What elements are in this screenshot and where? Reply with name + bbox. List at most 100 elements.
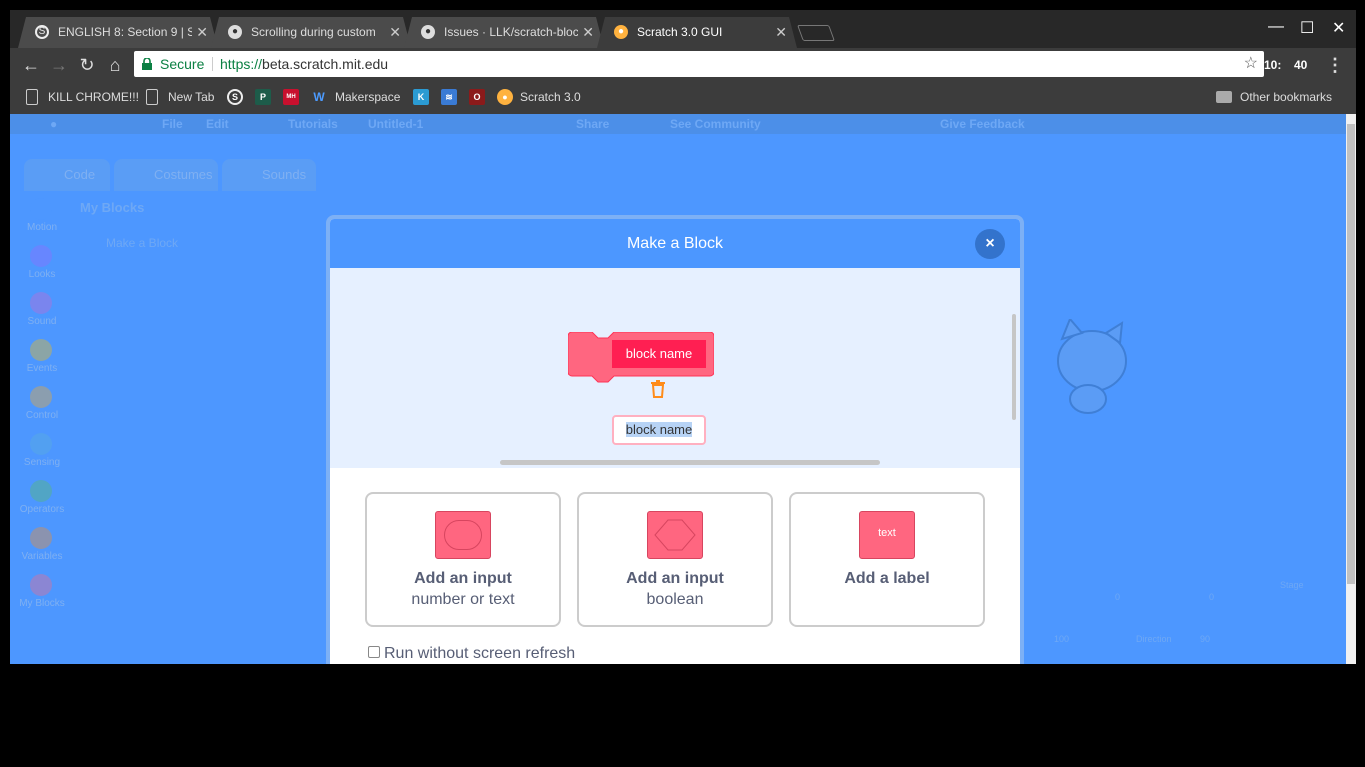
github-icon: ●	[228, 25, 242, 39]
category-operators-icon	[30, 480, 52, 502]
category-label: Motion	[26, 222, 57, 233]
label-text-icon: text	[859, 511, 915, 559]
back-arrow-icon[interactable]: ←	[20, 54, 42, 76]
weebly-icon: W	[313, 90, 325, 104]
code-tab: Code	[24, 159, 110, 191]
toolbar: ← → ↻ ⌂ Secure https://beta.scratch.mit.…	[10, 48, 1356, 82]
bookmark-scratch[interactable]: Scratch 3.0	[520, 90, 581, 104]
home-icon[interactable]: ⌂	[104, 54, 126, 76]
tab-strip: S ENGLISH 8: Section 9 | Sc ✕ ● Scrollin…	[10, 10, 1356, 48]
scratch-logo: ●	[50, 117, 58, 131]
page-scrollbar[interactable]	[1346, 114, 1356, 664]
forward-arrow-icon[interactable]: →	[48, 54, 70, 76]
direction-field: 90	[1200, 634, 1211, 644]
minimize-button[interactable]: —	[1268, 18, 1284, 36]
schoology-icon[interactable]: S	[227, 89, 243, 105]
option-title: Add an input	[626, 570, 724, 587]
clock-minute: 40	[1294, 58, 1308, 72]
maximize-button[interactable]: ☐	[1300, 18, 1314, 38]
block-name-input-value: block name	[625, 422, 693, 437]
category-sensing-icon	[30, 433, 52, 455]
tutorials-menu: Tutorials	[288, 117, 338, 131]
bookmark-new-tab[interactable]: New Tab	[168, 90, 214, 104]
category-label: Sound	[27, 316, 57, 327]
edit-menu: Edit	[206, 117, 229, 131]
stage-label: Stage	[1280, 580, 1304, 590]
folder-icon	[1216, 91, 1232, 103]
bookmark-site-icon[interactable]: ≋	[441, 89, 457, 105]
costumes-tab: Costumes	[114, 159, 218, 191]
scratch-cat-icon: ●	[614, 25, 628, 39]
close-tab-icon[interactable]: ✕	[196, 24, 208, 41]
kami-icon[interactable]: K	[413, 89, 429, 105]
bookmark-makerspace[interactable]: Makerspace	[335, 90, 400, 104]
trash-icon[interactable]	[650, 380, 666, 398]
label-icon-text: text	[878, 527, 896, 539]
run-without-refresh-label: Run without screen refresh	[384, 645, 576, 662]
category-label: Looks	[28, 269, 56, 280]
round-input-icon	[435, 511, 491, 559]
palette-title: My Blocks	[80, 200, 145, 215]
modal-header: Make a Block ×	[330, 219, 1020, 268]
make-block-button: Make a Block	[106, 236, 179, 250]
hexagon-input-icon	[647, 511, 703, 559]
file-menu: File	[162, 117, 183, 131]
sprite-cat-icon	[1057, 319, 1127, 414]
category-label: Operators	[19, 504, 65, 515]
close-tab-icon[interactable]: ✕	[389, 24, 401, 41]
tab-title: Scrolling during custom	[251, 25, 376, 39]
clock-hour: 10:	[1264, 58, 1282, 72]
give-feedback-button: Give Feedback	[940, 117, 1025, 131]
close-tab-icon[interactable]: ✕	[582, 24, 594, 41]
run-without-refresh-checkbox[interactable]	[368, 646, 380, 658]
add-label-button[interactable]: text Add a label	[789, 492, 985, 627]
add-input-boolean-button[interactable]: Add an input boolean	[577, 492, 773, 627]
category-events-icon	[30, 339, 52, 361]
category-my-blocks-icon	[30, 574, 52, 596]
category-label: Control	[25, 410, 59, 421]
menu-dots-icon[interactable]: ⋮	[1324, 54, 1346, 76]
close-tab-icon[interactable]: ✕	[775, 24, 787, 41]
reload-icon[interactable]: ↻	[76, 54, 98, 76]
mcgraw-hill-icon[interactable]: MH	[283, 89, 299, 105]
new-tab-button[interactable]	[797, 25, 835, 41]
tab-english[interactable]: S ENGLISH 8: Section 9 | Sc ✕	[18, 17, 218, 48]
y-field: 0	[1209, 592, 1215, 602]
option-subtitle: boolean	[646, 591, 704, 608]
bookmark-star-icon[interactable]: ☆	[1244, 51, 1258, 77]
tab-scrolling[interactable]: ● Scrolling during custom ✕	[211, 17, 411, 48]
close-window-button[interactable]: ✕	[1332, 18, 1345, 38]
pearson-icon[interactable]: P	[255, 89, 271, 105]
option-title: Add an input	[414, 570, 512, 587]
category-label: Events	[26, 363, 58, 374]
bookmark-site-icon[interactable]: O	[469, 89, 485, 105]
bookmark-kill-chrome[interactable]: KILL CHROME!!!	[48, 90, 139, 104]
block-name-label[interactable]: block name	[612, 340, 706, 368]
run-without-refresh-option[interactable]: Run without screen refresh	[368, 645, 575, 663]
tab-title: Issues · LLK/scratch-bloc	[444, 25, 578, 39]
project-title: Untitled-1	[368, 117, 424, 131]
tab-issues[interactable]: ● Issues · LLK/scratch-bloc ✕	[404, 17, 604, 48]
block-preview: block name block name	[330, 268, 1020, 468]
url-host: beta.scratch.mit.edu	[262, 56, 389, 72]
close-icon[interactable]: ×	[975, 229, 1005, 259]
page-icon	[26, 89, 38, 105]
tab-scratch[interactable]: ● Scratch 3.0 GUI ✕	[597, 17, 797, 48]
size-field: 100	[1054, 634, 1070, 644]
share-button: Share	[576, 117, 610, 131]
category-looks-icon	[30, 245, 52, 267]
secure-label: Secure	[160, 56, 205, 72]
address-bar[interactable]: Secure https://beta.scratch.mit.edu ☆	[134, 51, 1264, 77]
scratch-cat-icon: ●	[497, 89, 513, 105]
make-block-modal: Make a Block × block name block name Add…	[326, 215, 1024, 675]
bookmarks-bar: KILL CHROME!!! New Tab S P MH W Makerspa…	[10, 82, 1356, 114]
block-name-input[interactable]: block name	[612, 415, 706, 445]
preview-vertical-scrollbar[interactable]	[1012, 314, 1016, 420]
add-input-number-button[interactable]: Add an input number or text	[365, 492, 561, 627]
url-text: https://beta.scratch.mit.edu	[220, 51, 388, 77]
other-bookmarks[interactable]: Other bookmarks	[1240, 90, 1332, 104]
category-sound-icon	[30, 292, 52, 314]
schoology-icon: S	[35, 25, 49, 39]
x-field: 0	[1115, 592, 1121, 602]
preview-horizontal-scrollbar[interactable]	[500, 460, 880, 465]
